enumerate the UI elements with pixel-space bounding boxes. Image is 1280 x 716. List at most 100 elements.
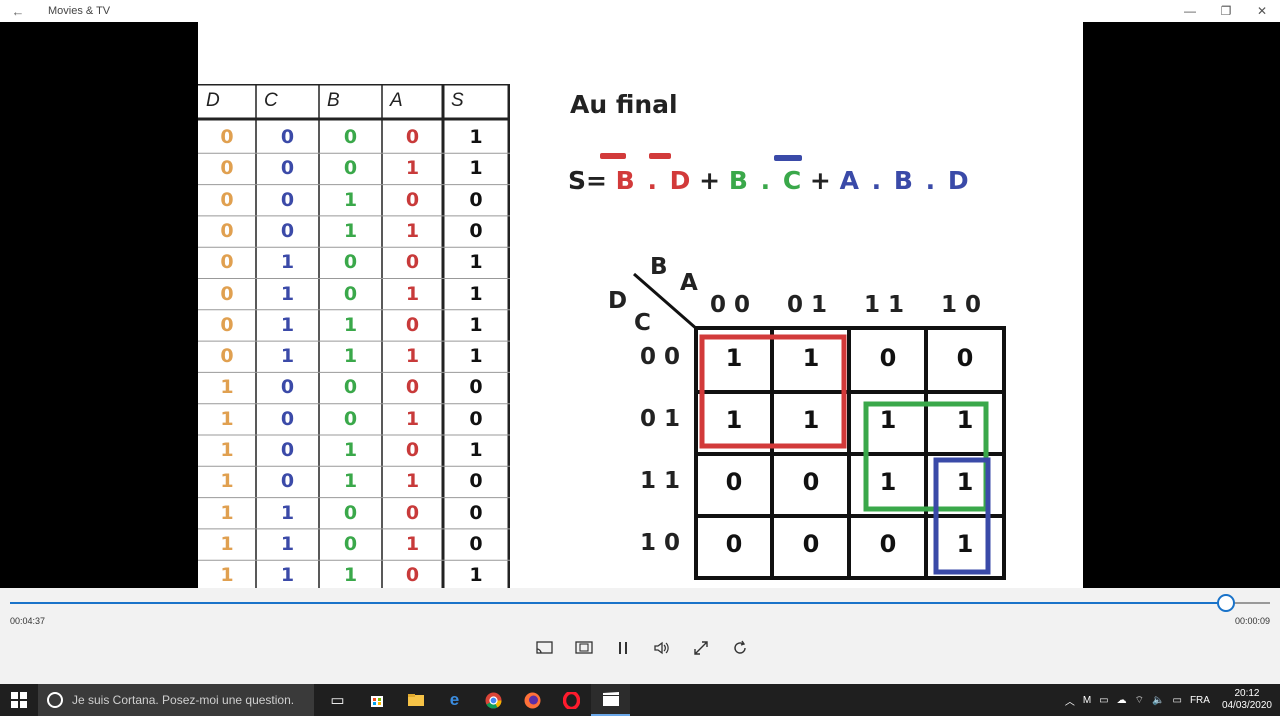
minimize-icon[interactable]: — bbox=[1172, 0, 1208, 22]
truth-table-cell: 1 bbox=[405, 407, 420, 430]
fullscreen-icon[interactable] bbox=[684, 636, 717, 660]
language-indicator[interactable]: FRA bbox=[1190, 695, 1210, 706]
truth-table-cell: 1 bbox=[343, 313, 358, 336]
truth-table-cell: 0 bbox=[280, 470, 295, 493]
truth-table-cell: 0 bbox=[469, 219, 483, 242]
seek-bar-thumb[interactable] bbox=[1216, 594, 1235, 612]
pause-icon[interactable] bbox=[606, 636, 639, 660]
lecture-slide: DCBAS 0000100011001000011001001010110110… bbox=[198, 22, 1083, 588]
restore-icon[interactable]: ❐ bbox=[1208, 0, 1244, 22]
kmap-cell: 1 bbox=[879, 406, 897, 434]
slide-heading: Au final bbox=[570, 90, 678, 119]
truth-table-cell: 0 bbox=[280, 157, 295, 180]
truth-table-cell: 0 bbox=[343, 282, 358, 305]
player-controls: 00:04:37 00:00:09 bbox=[0, 588, 1280, 684]
truth-table-cell: 1 bbox=[220, 376, 234, 399]
truth-table-cell: 1 bbox=[343, 439, 358, 461]
kmap-column-header: 1 1 bbox=[864, 292, 905, 318]
truth-table-cell: 0 bbox=[343, 376, 358, 399]
kmap-row-header: 0 0 bbox=[640, 344, 681, 370]
truth-table-cell: 0 bbox=[405, 188, 420, 211]
kmap-label-a: A bbox=[680, 270, 698, 296]
truth-table-cell: 1 bbox=[220, 439, 234, 461]
truth-table-cell: 1 bbox=[469, 157, 483, 180]
start-button[interactable] bbox=[0, 684, 38, 716]
truth-table-cell: 0 bbox=[343, 126, 358, 148]
truth-table-cell: 0 bbox=[220, 157, 234, 180]
windows-logo-icon bbox=[11, 692, 27, 708]
truth-table-cell: 1 bbox=[405, 219, 420, 242]
edge-icon[interactable]: e bbox=[435, 684, 474, 716]
file-explorer-icon[interactable] bbox=[396, 684, 435, 716]
term3-d: D bbox=[947, 166, 969, 195]
kmap-column-header: 1 0 bbox=[941, 292, 982, 318]
kmap-cell: 1 bbox=[956, 406, 974, 434]
cortana-search-box[interactable]: Je suis Cortana. Posez-moi une question. bbox=[38, 684, 314, 716]
kmap-cell: 0 bbox=[879, 344, 897, 372]
kmap-column-header: 0 0 bbox=[710, 292, 751, 318]
truth-table-cell: 0 bbox=[405, 564, 420, 587]
clock[interactable]: 20:12 04/03/2020 bbox=[1222, 688, 1272, 712]
remaining-time: 00:00:09 bbox=[1234, 616, 1270, 626]
truth-table-cell: 0 bbox=[280, 188, 295, 211]
truth-table-cell: 1 bbox=[469, 313, 483, 336]
close-icon[interactable]: ✕ bbox=[1244, 0, 1280, 22]
truth-table-cell: 0 bbox=[343, 407, 358, 430]
network-icon[interactable]: ☁ bbox=[1117, 695, 1127, 706]
aspect-ratio-icon[interactable] bbox=[567, 636, 600, 660]
term1-dot: . bbox=[647, 166, 657, 195]
overbar-a bbox=[774, 155, 802, 161]
boolean-formula: S= B . D + B . C + A . B . D bbox=[568, 166, 969, 195]
truth-table-cell: 1 bbox=[343, 219, 358, 242]
truth-table-cell: 1 bbox=[343, 188, 358, 211]
task-view-icon[interactable]: ▭ bbox=[318, 684, 357, 716]
battery-icon[interactable]: ▭ bbox=[1099, 695, 1108, 706]
truth-table-cell: 0 bbox=[469, 376, 483, 399]
truth-table-cell: 0 bbox=[469, 470, 483, 493]
truth-table-cell: 0 bbox=[343, 251, 358, 274]
system-tray: ︿ M ▭ ☁ ⌔ 🔈 ▭ FRA 20:12 04/03/2020 bbox=[1057, 684, 1272, 716]
truth-table-cell: 0 bbox=[280, 407, 295, 430]
kmap-row-header: 1 0 bbox=[640, 530, 681, 556]
formula-plus-2: + bbox=[809, 166, 831, 195]
truth-table-cell: 1 bbox=[405, 532, 420, 555]
kmap-cell: 0 bbox=[725, 530, 743, 558]
movies-tv-taskbar-icon[interactable] bbox=[591, 684, 630, 716]
truth-table-cell: 0 bbox=[405, 126, 420, 148]
kmap-cell: 1 bbox=[956, 468, 974, 496]
truth-table-header-a: A bbox=[390, 90, 403, 111]
truth-table-cell: 0 bbox=[469, 188, 483, 211]
truth-table-header-b: B bbox=[327, 90, 340, 111]
truth-table-cell: 1 bbox=[280, 532, 295, 555]
video-frame[interactable]: DCBAS 0000100011001000011001001010110110… bbox=[0, 22, 1280, 588]
opera-icon[interactable] bbox=[552, 684, 591, 716]
firefox-icon[interactable] bbox=[513, 684, 552, 716]
truth-table-cell: 1 bbox=[343, 564, 358, 587]
truth-table-cell: 1 bbox=[280, 564, 295, 587]
volume-icon[interactable] bbox=[645, 636, 678, 660]
notification-bubble-icon[interactable]: ▭ bbox=[1172, 695, 1181, 706]
truth-table-cell: 0 bbox=[280, 126, 295, 148]
elapsed-time: 00:04:37 bbox=[10, 616, 46, 626]
formula-prefix: S= bbox=[568, 166, 607, 195]
kmap-cell: 0 bbox=[725, 468, 743, 496]
kmap-cell: 0 bbox=[956, 344, 974, 372]
term3-b: B bbox=[893, 166, 913, 195]
store-icon[interactable] bbox=[357, 684, 396, 716]
cast-icon[interactable] bbox=[528, 636, 561, 660]
back-arrow-icon[interactable]: ← bbox=[0, 4, 36, 19]
seek-bar[interactable] bbox=[10, 594, 1270, 612]
repeat-icon[interactable] bbox=[723, 636, 756, 660]
kmap-row-header: 0 1 bbox=[640, 406, 681, 432]
truth-table-cell: 1 bbox=[469, 282, 483, 305]
term2-c: C bbox=[782, 166, 802, 195]
truth-table-cell: 1 bbox=[343, 470, 358, 493]
kmap-cell: 0 bbox=[802, 530, 820, 558]
truth-table-header-d: D bbox=[206, 90, 220, 111]
show-hidden-icons-icon[interactable]: ︿ bbox=[1065, 693, 1075, 708]
volume-tray-icon[interactable]: 🔈 bbox=[1152, 695, 1164, 706]
chrome-icon[interactable] bbox=[474, 684, 513, 716]
wifi-icon[interactable]: ⌔ bbox=[1135, 694, 1144, 707]
truth-table-cell: 1 bbox=[220, 501, 234, 524]
meet-now-icon[interactable]: M bbox=[1083, 695, 1091, 706]
